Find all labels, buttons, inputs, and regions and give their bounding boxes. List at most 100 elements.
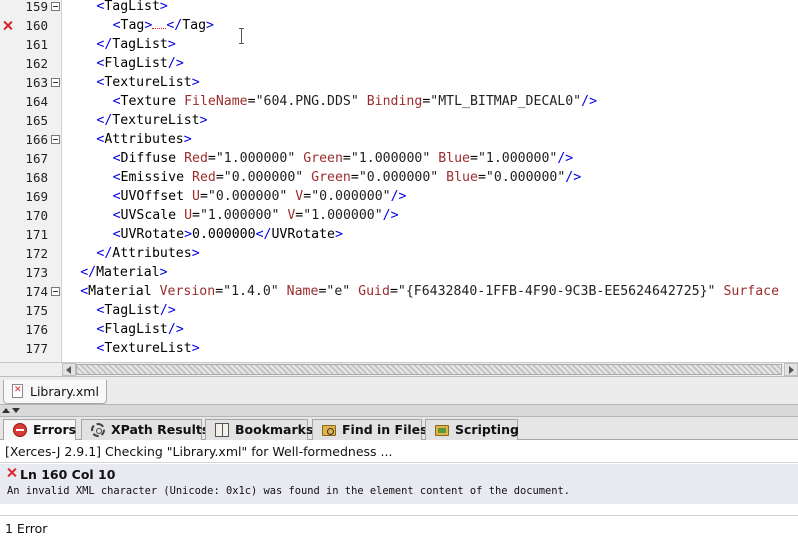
code-token: TextureList — [112, 113, 200, 128]
collapse-up-icon[interactable] — [2, 408, 10, 413]
code-token: < — [112, 189, 121, 204]
code-token: Diffuse — [120, 151, 185, 166]
code-token: < — [80, 284, 89, 299]
code-line[interactable]: </Material> — [80, 264, 167, 281]
gear-icon — [91, 423, 105, 437]
line-number: 159 — [25, 0, 48, 14]
code-token: = — [350, 170, 359, 185]
line-number: 177 — [25, 341, 48, 356]
code-line[interactable]: <FlagList/> — [96, 55, 183, 72]
code-token: UVRotate — [120, 227, 185, 242]
error-x-icon — [7, 468, 16, 477]
error-list-item[interactable]: Ln 160 Col 10 An invalid XML character (… — [0, 464, 798, 504]
code-token: = — [247, 94, 256, 109]
line-number: 172 — [25, 246, 48, 261]
code-token: "1.000000" — [199, 208, 280, 223]
code-line[interactable]: <UVRotate>0.000000</UVRotate> — [113, 226, 343, 243]
arrow-right-icon — [789, 366, 794, 374]
invalid-character-marker — [152, 17, 167, 29]
code-token: < — [112, 227, 121, 242]
code-editor[interactable]: 159 160 161 162 163 164 165 166 167 168 169 170 171 1… — [0, 0, 798, 362]
arrow-left-icon — [66, 366, 71, 374]
gutter-row: 161 — [0, 35, 62, 54]
error-count-bar: 1 Error — [0, 515, 798, 540]
gutter-row: 175 — [0, 301, 62, 320]
scrollbar-thumb[interactable] — [76, 364, 782, 375]
fold-toggle-icon[interactable] — [51, 287, 60, 296]
code-area[interactable]: <TagList> <Tag> </Tag> </TagList> <FlagList/… — [62, 0, 798, 362]
code-token: </ — [96, 37, 113, 52]
code-token: Surface — [723, 284, 780, 299]
line-number: 161 — [25, 37, 48, 52]
horizontal-scrollbar[interactable] — [62, 362, 798, 376]
code-line[interactable]: <TextureList> — [96, 340, 199, 357]
code-token: > — [159, 0, 168, 14]
error-location: Ln 160 Col 10 — [20, 467, 116, 482]
fold-toggle-icon[interactable] — [51, 2, 60, 11]
code-token: > — [144, 18, 153, 33]
code-line[interactable]: <TagList/> — [96, 302, 175, 319]
code-line[interactable]: <FlagList/> — [96, 321, 183, 338]
code-token: = — [470, 151, 478, 166]
code-line[interactable]: <Texture FileName="604.PNG.DDS" Binding=… — [113, 93, 597, 110]
code-line[interactable]: <TagList> — [96, 0, 167, 15]
code-token: = — [303, 189, 312, 204]
tab-xpath-results[interactable]: XPath Results — [81, 419, 209, 440]
code-line[interactable]: </TextureList> — [96, 112, 207, 129]
gutter-row: 176 — [0, 320, 62, 339]
code-token: = — [342, 151, 351, 166]
code-line[interactable]: <Emissive Red="0.000000" Green="0.000000… — [113, 169, 582, 186]
tab-bookmarks[interactable]: Bookmarks — [205, 419, 313, 440]
code-token: UVScale — [120, 208, 185, 223]
tab-scripting[interactable]: Scripting — [425, 419, 519, 440]
code-line[interactable]: <UVOffset U="0.000000" V="0.000000"/> — [113, 188, 407, 205]
code-token: "0.000000" — [485, 170, 566, 185]
tab-find-in-files[interactable]: Find in Files — [312, 419, 428, 440]
gutter-row: 166 — [0, 130, 62, 149]
gutter-row: 169 — [0, 187, 62, 206]
gutter-row: 170 — [0, 206, 62, 225]
code-token: "1.4.0" — [223, 284, 279, 299]
code-token: = — [192, 208, 200, 223]
fold-toggle-icon[interactable] — [51, 78, 60, 87]
code-line[interactable]: <TextureList> — [96, 74, 199, 91]
code-line[interactable]: <Tag> </Tag> — [113, 17, 214, 34]
tab-errors[interactable]: Errors — [3, 419, 76, 441]
code-token: "1.000000" — [303, 208, 383, 223]
code-token: U — [192, 189, 200, 204]
code-line[interactable]: </TagList> — [96, 36, 175, 53]
code-token: Emissive — [120, 170, 193, 185]
code-token: Tag — [120, 18, 145, 33]
line-number: 167 — [25, 151, 48, 166]
code-line[interactable]: <Material Version="1.4.0" Name="e" Guid=… — [80, 283, 779, 300]
code-token: = — [199, 189, 208, 204]
code-token: "604.PNG.DDS" — [255, 94, 359, 109]
scroll-left-button[interactable] — [62, 363, 76, 376]
code-token: Red — [192, 170, 216, 185]
code-token: </ — [96, 246, 113, 261]
script-folder-icon — [435, 425, 449, 436]
code-line[interactable]: <UVScale U="1.000000" V="1.000000"/> — [113, 207, 399, 224]
code-token: /> — [581, 94, 598, 109]
document-tab-library-xml[interactable]: Library.xml — [3, 380, 107, 404]
fold-toggle-icon[interactable] — [51, 135, 60, 144]
line-number: 166 — [25, 132, 48, 147]
code-token: > — [199, 113, 208, 128]
scroll-right-button[interactable] — [784, 363, 798, 376]
panel-splitter[interactable] — [0, 404, 798, 417]
code-token: "MTL_BITMAP_DECAL0" — [430, 94, 582, 109]
collapse-down-icon[interactable] — [12, 408, 20, 413]
code-line[interactable]: <Diffuse Red="1.000000" Green="1.000000"… — [113, 150, 574, 167]
code-line[interactable]: <Attributes> — [96, 131, 191, 148]
code-token: < — [112, 208, 121, 223]
code-token: Blue — [446, 170, 478, 185]
code-token: > — [183, 132, 192, 147]
gutter-row: 171 — [0, 225, 62, 244]
gutter-row: 164 — [0, 92, 62, 111]
error-marker-icon[interactable] — [3, 21, 12, 30]
code-token: FlagList — [104, 56, 168, 71]
code-line[interactable]: </Attributes> — [96, 245, 199, 262]
